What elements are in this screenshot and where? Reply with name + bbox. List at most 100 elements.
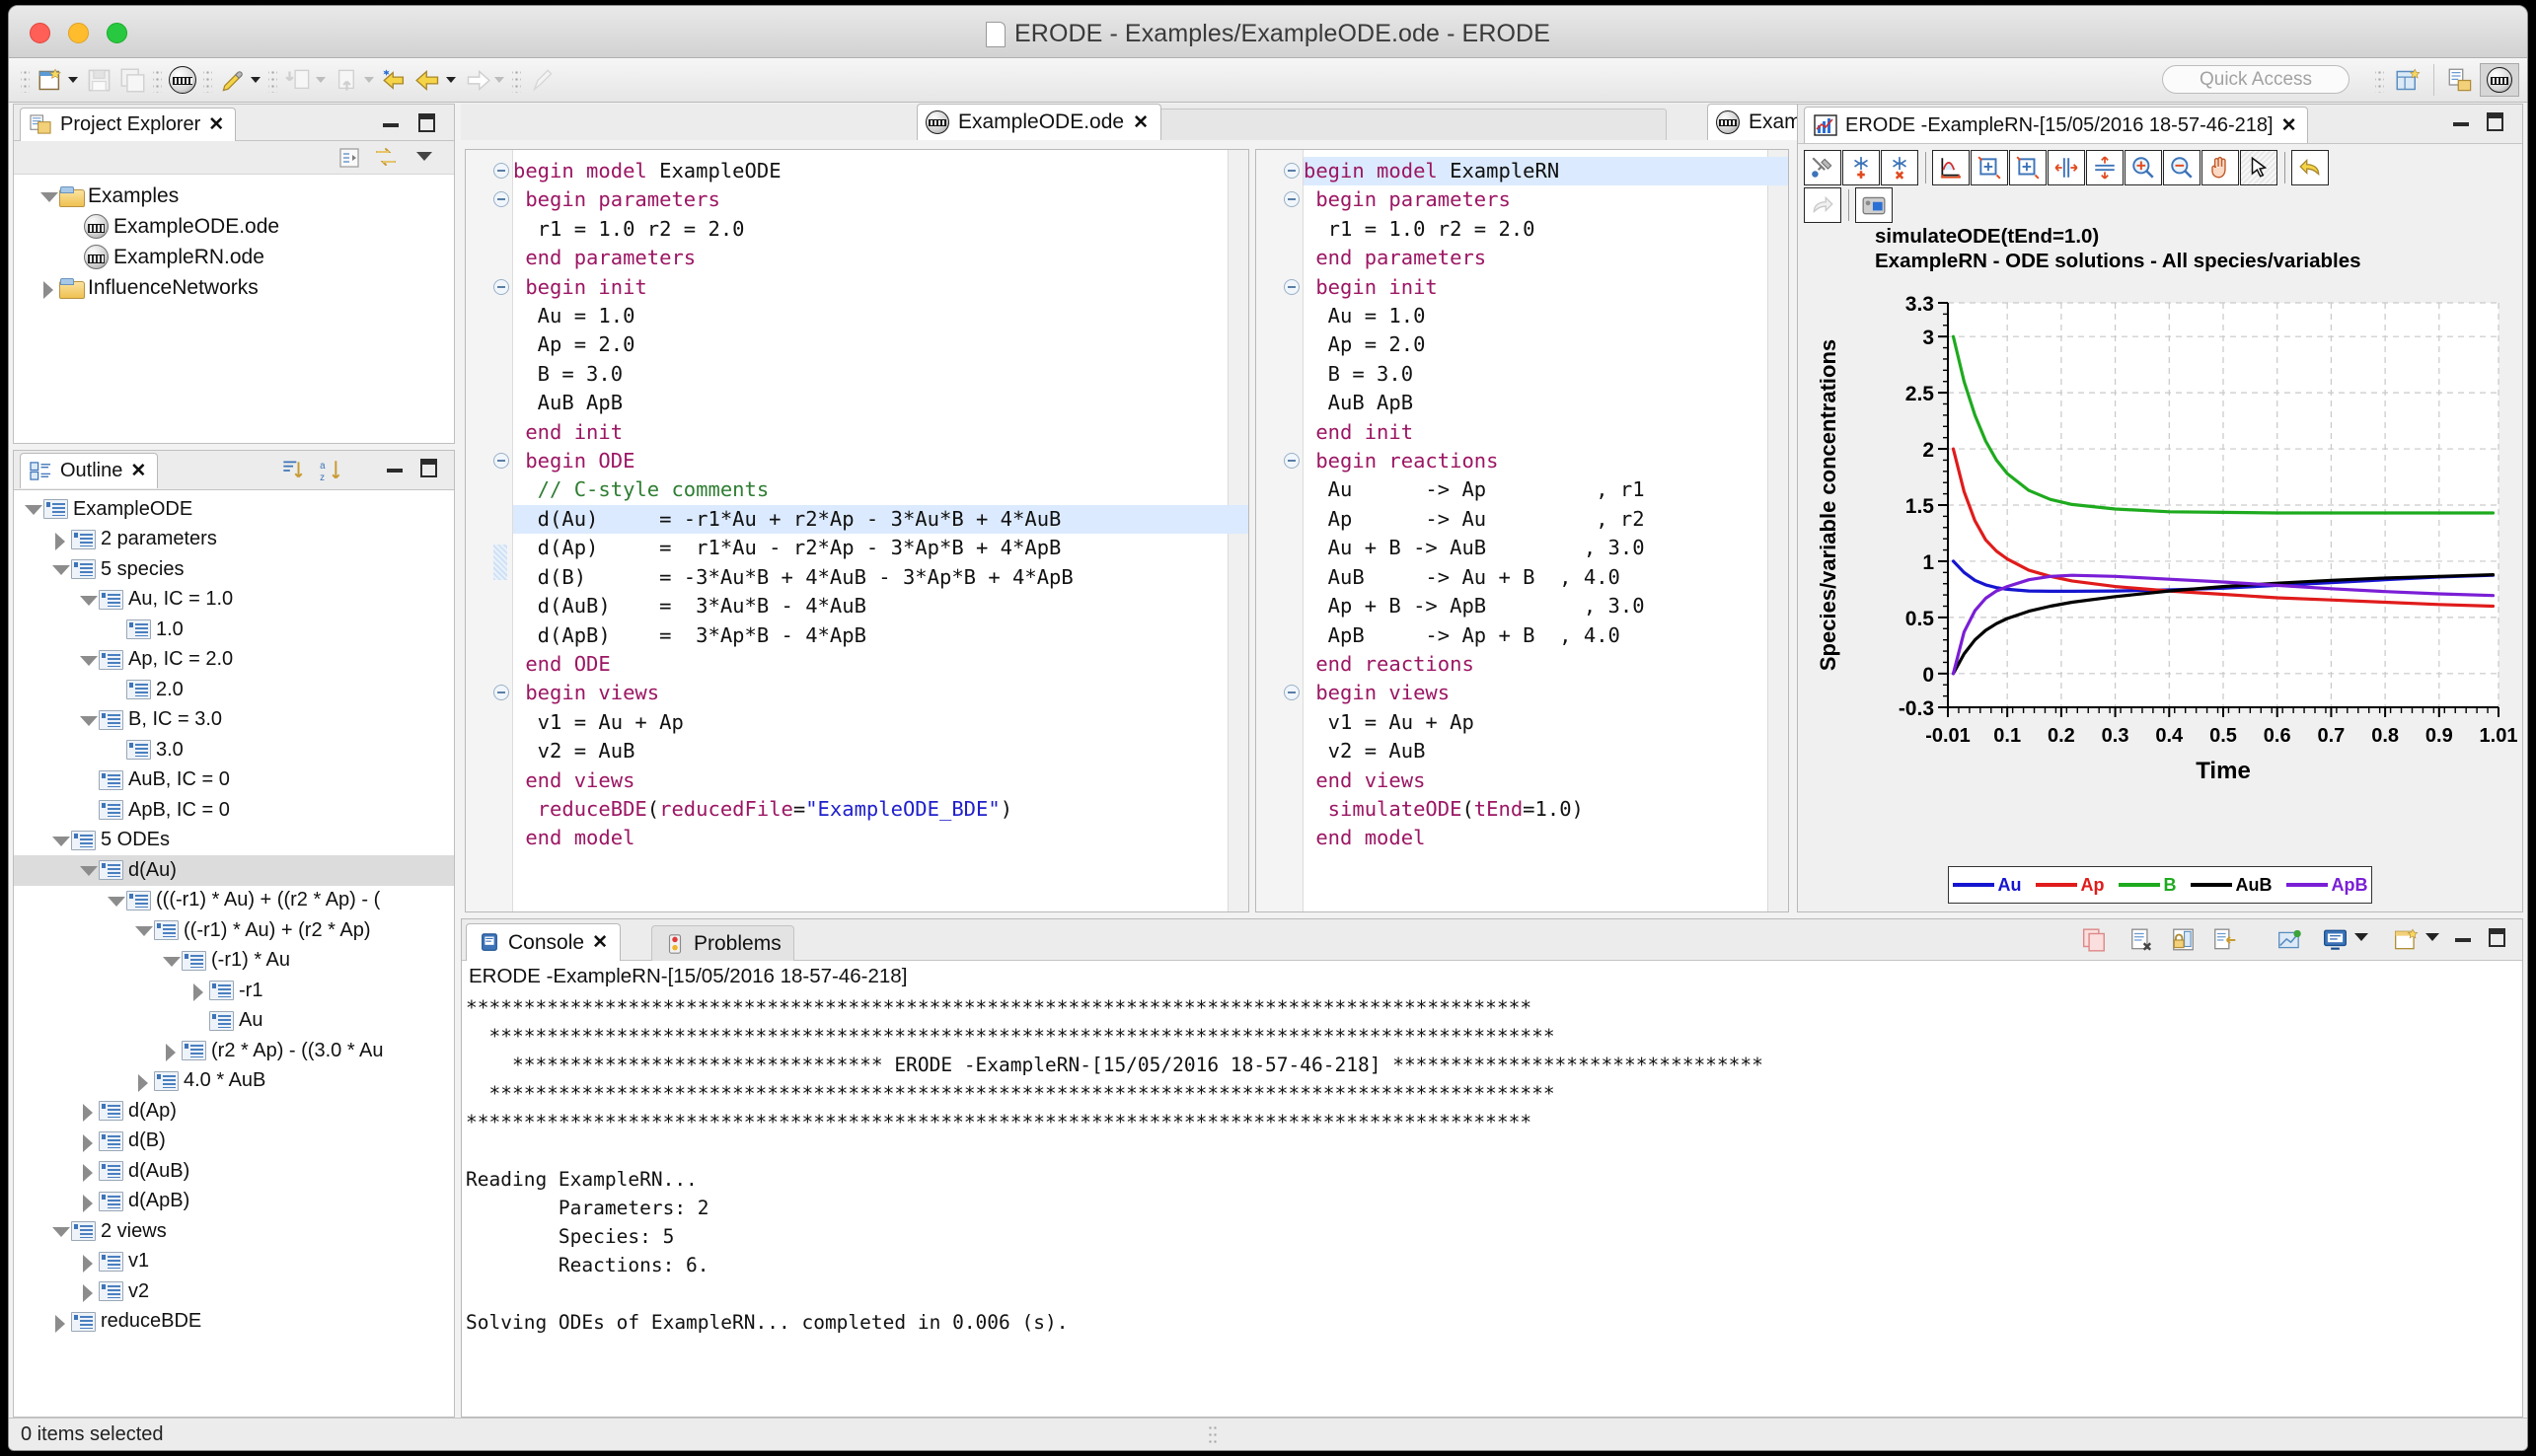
outline-item[interactable]: (((-r1) * Au) + ((r2 * Ap) - ( [14, 886, 454, 916]
outline-item[interactable]: -r1 [14, 976, 454, 1006]
save-all-icon[interactable] [115, 64, 149, 96]
outline-item[interactable]: reduceBDE [14, 1307, 454, 1338]
outline-item[interactable]: 2 views [14, 1216, 454, 1247]
outline-item[interactable]: (-r1) * Au [14, 946, 454, 977]
open-perspective-icon[interactable] [2388, 63, 2427, 97]
minimize-icon[interactable] [2455, 928, 2477, 948]
close-icon[interactable]: ✕ [592, 933, 608, 952]
back-star-icon[interactable] [378, 64, 411, 96]
chevron-right-icon[interactable] [132, 1070, 154, 1092]
erode-perspective-icon[interactable] [2480, 63, 2519, 97]
outline-item[interactable]: d(AuB) [14, 1156, 454, 1187]
run-dropdown-arrow[interactable] [251, 77, 261, 83]
close-icon[interactable]: ✕ [2281, 116, 2297, 135]
cursor-icon[interactable] [2240, 150, 2277, 185]
outline-item[interactable]: (r2 * Ap) - ((3.0 * Au [14, 1036, 454, 1066]
code-area-ode[interactable]: begin model ExampleODE begin parameters … [466, 150, 1248, 911]
chevron-down-icon[interactable] [49, 558, 71, 580]
outline-item[interactable]: 5 species [14, 554, 454, 585]
tab-chart[interactable]: ERODE -ExampleRN-[15/05/2016 18-57-46-21… [1804, 107, 2308, 143]
tree-item-examples[interactable]: Examples [14, 181, 454, 211]
chevron-right-icon[interactable] [77, 1130, 99, 1152]
minimize-icon[interactable] [383, 113, 405, 133]
outline-item[interactable]: v2 [14, 1276, 454, 1307]
redo-icon[interactable] [1804, 187, 1841, 223]
auto-scale-icon[interactable] [1932, 150, 1970, 185]
outline-item[interactable]: d(ApB) [14, 1187, 454, 1217]
pin-icon[interactable] [525, 64, 559, 96]
project-explorer-tree[interactable]: Examples ExampleODE.ode ExampleRN.ode In… [14, 175, 454, 443]
tab-console[interactable]: Console ✕ [466, 923, 621, 961]
chevron-right-icon[interactable] [77, 1280, 99, 1302]
link-with-editor-icon[interactable] [373, 146, 399, 175]
editor-example-rn[interactable]: begin model ExampleRN begin parameters r… [1255, 149, 1789, 912]
chevron-down-icon[interactable] [77, 709, 99, 731]
scroll-lock-icon[interactable] [2211, 927, 2238, 958]
tab-example-ode[interactable]: ExampleODE.ode ✕ [917, 104, 1161, 140]
chevron-down-icon[interactable] [2354, 933, 2368, 941]
outline-item[interactable]: Ap, IC = 2.0 [14, 645, 454, 676]
chevron-right-icon[interactable] [49, 1311, 71, 1333]
add-series-icon[interactable] [1842, 150, 1880, 185]
copy-icon[interactable] [2081, 927, 2108, 958]
fold-toggle-icon[interactable] [1284, 163, 1300, 179]
toolbar-grip[interactable] [203, 67, 212, 93]
new-file-icon[interactable] [34, 64, 67, 96]
maximize-icon[interactable] [2487, 112, 2508, 132]
chevron-down-icon[interactable] [2425, 933, 2439, 941]
maximize-icon[interactable] [420, 459, 442, 478]
chevron-down-icon[interactable] [160, 950, 182, 972]
outline-item[interactable]: 2.0 [14, 675, 454, 705]
zoom-box-out-icon[interactable] [2009, 150, 2047, 185]
toolbar-grip[interactable] [268, 67, 277, 93]
snapshot-icon[interactable] [1855, 187, 1893, 223]
editor-example-ode[interactable]: begin model ExampleODE begin parameters … [465, 149, 1249, 912]
export-dropdown-arrow[interactable] [364, 77, 374, 83]
editor-gutter[interactable] [466, 150, 513, 911]
new-file-dropdown-arrow[interactable] [68, 77, 78, 83]
toolbar-grip[interactable] [21, 67, 30, 93]
java-perspective-icon[interactable] [2440, 63, 2480, 97]
outline-tree[interactable]: ExampleODE2 parameters5 speciesAu, IC = … [14, 491, 454, 1417]
chevron-down-icon[interactable] [49, 830, 71, 851]
close-icon[interactable]: ✕ [130, 462, 146, 480]
clear-console-icon[interactable] [2128, 927, 2155, 958]
fold-toggle-icon[interactable] [1284, 453, 1300, 469]
chevron-right-icon[interactable] [77, 1100, 99, 1122]
chevron-right-icon[interactable] [49, 529, 71, 550]
import-icon[interactable] [281, 64, 315, 96]
code-area-rn[interactable]: begin model ExampleRN begin parameters r… [1256, 150, 1788, 911]
outline-item[interactable]: v1 [14, 1247, 454, 1277]
display-console-icon[interactable] [2322, 927, 2349, 958]
fold-toggle-icon[interactable] [493, 163, 509, 179]
quick-access-input[interactable]: Quick Access [2162, 65, 2350, 94]
remove-series-icon[interactable] [1881, 150, 1918, 185]
outline-item[interactable]: d(B) [14, 1127, 454, 1157]
chevron-down-icon[interactable] [132, 919, 154, 941]
toolbar-grip[interactable] [153, 67, 162, 93]
chevron-down-icon[interactable] [49, 1220, 71, 1242]
tab-outline[interactable]: Outline ✕ [20, 453, 158, 488]
fold-toggle-icon[interactable] [493, 279, 509, 295]
outline-item[interactable]: B, IC = 3.0 [14, 705, 454, 736]
close-icon[interactable]: ✕ [1133, 113, 1149, 132]
outline-item[interactable]: ApB, IC = 0 [14, 795, 454, 826]
sort-icon[interactable] [278, 458, 306, 488]
outline-item[interactable]: ((-r1) * Au) + (r2 * Ap) [14, 915, 454, 946]
outline-item[interactable]: d(Ap) [14, 1096, 454, 1127]
chevron-down-icon[interactable] [77, 649, 99, 671]
toolbar-grip[interactable] [512, 67, 521, 93]
chevron-right-icon[interactable] [77, 1160, 99, 1182]
chevron-right-icon[interactable] [37, 277, 59, 299]
outline-item[interactable]: 2 parameters [14, 525, 454, 555]
minimize-icon[interactable] [387, 459, 409, 478]
pin-console-icon[interactable] [2276, 927, 2303, 958]
minimize-icon[interactable] [2453, 112, 2475, 132]
forward-dropdown-arrow[interactable] [494, 77, 504, 83]
outline-item[interactable]: 3.0 [14, 735, 454, 765]
tab-problems[interactable]: Problems [651, 925, 794, 961]
zoom-vertical-icon[interactable] [2086, 150, 2124, 185]
chevron-right-icon[interactable] [77, 1251, 99, 1273]
maximize-icon[interactable] [2489, 928, 2510, 948]
undo-icon[interactable] [2291, 150, 2329, 185]
